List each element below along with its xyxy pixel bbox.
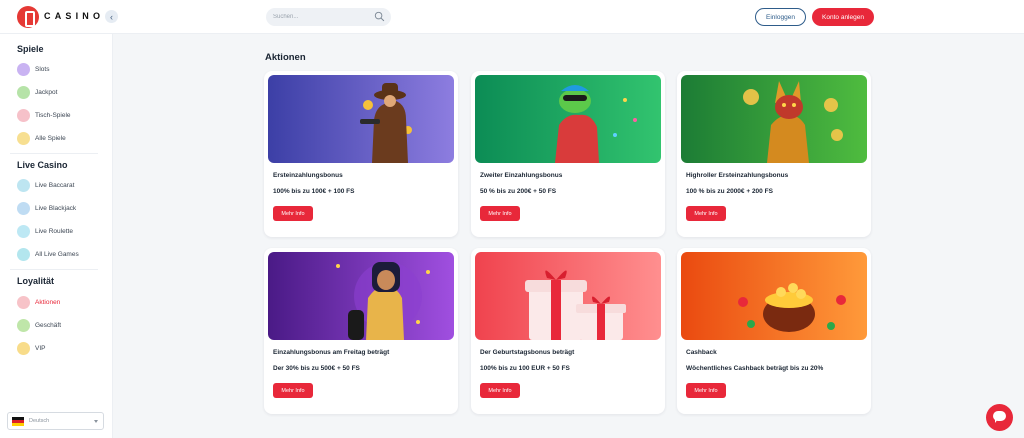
roulette-icon [17,224,30,238]
sidebar-item-live-baccarat[interactable]: Live Baccarat [17,177,105,193]
search-input[interactable] [273,10,368,24]
promo-title: Highroller Ersteinzahlungsbonus [686,172,789,179]
language-select[interactable]: Deutsch [7,412,104,430]
vip-icon [17,341,30,355]
promo-card: Cashback Wöchentliches Cashback beträgt … [677,248,871,414]
more-info-button[interactable]: Mehr Info [480,383,520,398]
sidebar-item-label: Tisch-Spiele [35,111,71,119]
language-label: Deutsch [29,418,50,424]
table-games-icon [17,108,30,122]
search-box [266,8,391,26]
page-title: Aktionen [265,52,306,63]
sidebar-item-vip[interactable]: VIP [17,340,105,356]
sidebar-item-label: Live Roulette [35,227,73,235]
sidebar-item-label: Slots [35,65,50,73]
sidebar-item-slots[interactable]: Slots [17,61,105,77]
all-games-icon [17,131,30,145]
sidebar-item-label: Live Blackjack [35,204,77,212]
promo-image[interactable] [268,252,454,340]
promotions-icon [17,295,30,309]
more-info-button[interactable]: Mehr Info [273,383,313,398]
promo-description: 100% bis zu 100 EUR + 50 FS [480,365,570,372]
promo-image[interactable] [475,75,661,163]
chevron-down-icon [94,420,98,423]
promo-title: Zweiter Einzahlungsbonus [480,172,563,179]
promo-title: Ersteinzahlungsbonus [273,172,343,179]
sidebar-item-all-live-games[interactable]: All Live Games [17,246,105,262]
promo-description: Der 30% bis zu 500€ + 50 FS [273,365,360,372]
more-info-button[interactable]: Mehr Info [686,383,726,398]
sidebar-item-label: Jackpot [35,88,58,96]
sidebar-item-label: Aktionen [35,298,61,306]
jackpot-icon [17,85,30,99]
german-flag-icon [12,416,24,426]
section-title-spiele: Spiele [17,44,44,54]
chat-icon[interactable] [986,404,1013,431]
search-icon[interactable] [374,11,385,22]
section-title-live-casino: Live Casino [17,160,68,170]
promo-title: Cashback [686,349,717,356]
more-info-button[interactable]: Mehr Info [480,206,520,221]
promo-card: Der Geburtstagsbonus beträgt 100% bis zu… [471,248,665,414]
sidebar-item-live-blackjack[interactable]: Live Blackjack [17,200,105,216]
sidebar-item-shop[interactable]: Geschäft [17,317,105,333]
more-info-button[interactable]: Mehr Info [273,206,313,221]
sidebar-item-label: Live Baccarat [35,181,75,189]
promo-card: Einzahlungsbonus am Freitag beträgt Der … [264,248,458,414]
promo-description: Wöchentliches Cashback beträgt bis zu 20… [686,365,824,372]
top-header: CASINO ‹ Einloggen Konto anlegen [0,0,1024,34]
register-button[interactable]: Konto anlegen [812,8,874,26]
section-title-loyalty: Loyalität [17,276,55,286]
promo-title: Der Geburtstagsbonus beträgt [480,349,575,356]
sidebar-collapse-button[interactable]: ‹ [105,10,118,23]
promo-description: 100% bis zu 100€ + 100 FS [273,188,355,195]
promo-card: Zweiter Einzahlungsbonus 50 % bis zu 200… [471,71,665,237]
login-button[interactable]: Einloggen [755,8,806,26]
promo-image[interactable] [681,252,867,340]
sidebar-item-promotions[interactable]: Aktionen [17,294,105,310]
sidebar-item-label: Alle Spiele [35,134,66,142]
sidebar-item-live-roulette[interactable]: Live Roulette [17,223,105,239]
logo-icon[interactable] [17,6,39,28]
promo-image[interactable] [268,75,454,163]
sidebar-item-jackpot[interactable]: Jackpot [17,84,105,100]
sidebar-item-label: All Live Games [35,250,79,258]
sidebar-item-table-games[interactable]: Tisch-Spiele [17,107,105,123]
promo-card: Highroller Ersteinzahlungsbonus 100 % bi… [677,71,871,237]
more-info-button[interactable]: Mehr Info [686,206,726,221]
live-games-icon [17,247,30,261]
promo-image[interactable] [475,252,661,340]
blackjack-icon [17,201,30,215]
logo-text[interactable]: CASINO [44,11,104,21]
shop-icon [17,318,30,332]
sidebar-item-label: Geschäft [35,321,62,329]
sidebar-item-all-games[interactable]: Alle Spiele [17,130,105,146]
sidebar: Spiele Slots Jackpot Tisch-Spiele Alle S… [0,34,113,438]
promo-description: 50 % bis zu 200€ + 50 FS [480,188,557,195]
sidebar-divider [10,153,98,154]
promo-title: Einzahlungsbonus am Freitag beträgt [273,349,390,356]
promo-card: Ersteinzahlungsbonus 100% bis zu 100€ + … [264,71,458,237]
slots-icon [17,62,30,76]
sidebar-item-label: VIP [35,344,46,352]
sidebar-divider [10,269,98,270]
baccarat-icon [17,178,30,192]
promo-image[interactable] [681,75,867,163]
promo-description: 100 % bis zu 2000€ + 200 FS [686,188,773,195]
